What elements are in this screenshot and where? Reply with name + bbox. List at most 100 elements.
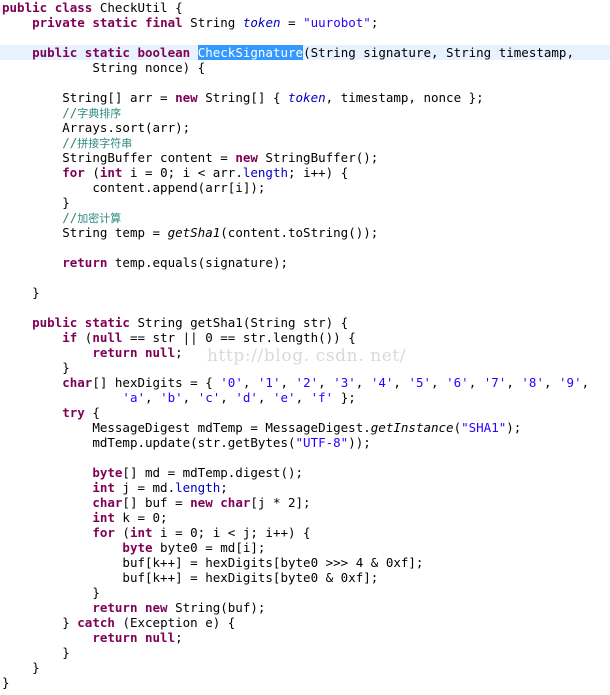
code-line[interactable]: buf[k++] = hexDigits[byte0 >>> 4 & 0xf]; [0, 555, 610, 570]
code-line[interactable] [0, 450, 610, 465]
code-line[interactable]: return new String(buf); [0, 600, 610, 615]
token-str: '4' [370, 375, 394, 390]
token-p: String nonce) { [92, 60, 206, 75]
code-line[interactable]: StringBuffer content = new StringBuffer(… [0, 150, 610, 165]
token-p: ; [175, 345, 183, 360]
code-line[interactable]: public static boolean CheckSignature(Str… [0, 45, 610, 60]
code-line[interactable]: } [0, 360, 610, 375]
token-p: String temp = [62, 225, 168, 240]
token-p [137, 15, 145, 30]
token-kw: char [220, 495, 251, 510]
code-line[interactable]: } [0, 660, 610, 675]
code-line[interactable]: buf[k++] = hexDigits[byte0 & 0xf]; [0, 570, 610, 585]
code-line[interactable]: } [0, 285, 610, 300]
token-kw: int [129, 525, 153, 540]
token-p: )); [348, 435, 371, 450]
token-p: , timestamp, nonce }; [325, 90, 484, 105]
token-p: , [145, 390, 161, 405]
code-line[interactable]: //字典排序 [0, 105, 610, 120]
code-line[interactable] [0, 300, 610, 315]
token-kw: null [145, 630, 176, 645]
code-line[interactable] [0, 75, 610, 90]
token-p: } [62, 360, 70, 375]
code-line[interactable]: private static final String token = "uur… [0, 15, 610, 30]
token-p [77, 45, 85, 60]
code-line[interactable]: String nonce) { [0, 60, 610, 75]
token-cjk: 字典排序 [77, 107, 122, 120]
token-p [77, 315, 85, 330]
code-line[interactable]: } [0, 195, 610, 210]
code-line[interactable]: if (null == str || 0 == str.length()) { [0, 330, 610, 345]
code-line[interactable]: byte[] md = mdTemp.digest(); [0, 465, 610, 480]
code-line[interactable]: int j = md.length; [0, 480, 610, 495]
code-line[interactable]: char[] buf = new char[j * 2]; [0, 495, 610, 510]
code-line[interactable]: } [0, 645, 610, 660]
code-editor[interactable]: public class CheckUtil { private static … [0, 0, 610, 695]
token-p: StringBuffer(); [257, 150, 379, 165]
token-p: }; [333, 390, 356, 405]
token-str: '5' [408, 375, 432, 390]
code-line[interactable] [0, 30, 610, 45]
token-p: } [62, 645, 70, 660]
code-line[interactable]: String[] arr = new String[] { token, tim… [0, 90, 610, 105]
code-line[interactable] [0, 240, 610, 255]
token-sel[interactable]: CheckSignature [197, 45, 304, 60]
code-line[interactable]: return temp.equals(signature); [0, 255, 610, 270]
token-p: ; [175, 630, 183, 645]
code-line[interactable]: byte byte0 = md[i]; [0, 540, 610, 555]
token-p: (content.toString()); [220, 225, 379, 240]
code-line[interactable]: } [0, 675, 610, 690]
code-line[interactable]: content.append(arr[i]); [0, 180, 610, 195]
code-line[interactable]: int k = 0; [0, 510, 610, 525]
code-line[interactable]: for (int i = 0; i < arr.length; i++) { [0, 165, 610, 180]
token-p: content.append(arr[i]); [92, 180, 266, 195]
token-p: CheckUtil { [92, 0, 183, 15]
code-line[interactable]: MessageDigest mdTemp = MessageDigest.get… [0, 420, 610, 435]
code-line[interactable]: return null; [0, 630, 610, 645]
token-kw: int [92, 480, 115, 495]
code-line[interactable]: } catch (Exception e) { [0, 615, 610, 630]
code-line[interactable]: //拼接字符串 [0, 135, 610, 150]
token-p [137, 630, 145, 645]
token-str: 'f' [310, 390, 334, 405]
token-str: '2' [295, 375, 319, 390]
code-line[interactable]: public static String getSha1(String str)… [0, 315, 610, 330]
token-str: 'a' [122, 390, 145, 405]
token-str: '8' [521, 375, 544, 390]
code-line[interactable] [0, 270, 610, 285]
code-line[interactable]: //加密计算 [0, 210, 610, 225]
code-line[interactable]: public class CheckUtil { [0, 0, 610, 15]
code-line[interactable]: for (int i = 0; i < j; i++) { [0, 525, 610, 540]
token-p: MessageDigest mdTemp = MessageDigest. [92, 420, 371, 435]
code-line[interactable]: try { [0, 405, 610, 420]
token-kw: class [54, 0, 93, 15]
code-line[interactable]: Arrays.sort(arr); [0, 120, 610, 135]
token-str: "UTF-8" [295, 435, 349, 450]
code-line[interactable]: mdTemp.update(str.getBytes("UTF-8")); [0, 435, 610, 450]
token-p: } [32, 660, 40, 675]
token-p: ); [506, 420, 522, 435]
code-text-area[interactable]: public class CheckUtil { private static … [0, 0, 610, 690]
code-line[interactable]: } [0, 585, 610, 600]
code-line[interactable]: String temp = getSha1(content.toString()… [0, 225, 610, 240]
token-p: , [182, 390, 198, 405]
token-kw: new [175, 90, 198, 105]
code-line[interactable]: char[] hexDigits = { '0', '1', '2', '3',… [0, 375, 610, 390]
token-kw: private [32, 15, 85, 30]
token-kw: new [190, 495, 213, 510]
token-fldn: length [242, 165, 289, 180]
code-line[interactable]: 'a', 'b', 'c', 'd', 'e', 'f' }; [0, 390, 610, 405]
code-line[interactable]: return null; [0, 345, 610, 360]
token-kw: return [92, 600, 138, 615]
token-p: buf[k++] = hexDigits[byte0 & 0xf]; [122, 570, 379, 585]
token-p: ( [84, 165, 100, 180]
